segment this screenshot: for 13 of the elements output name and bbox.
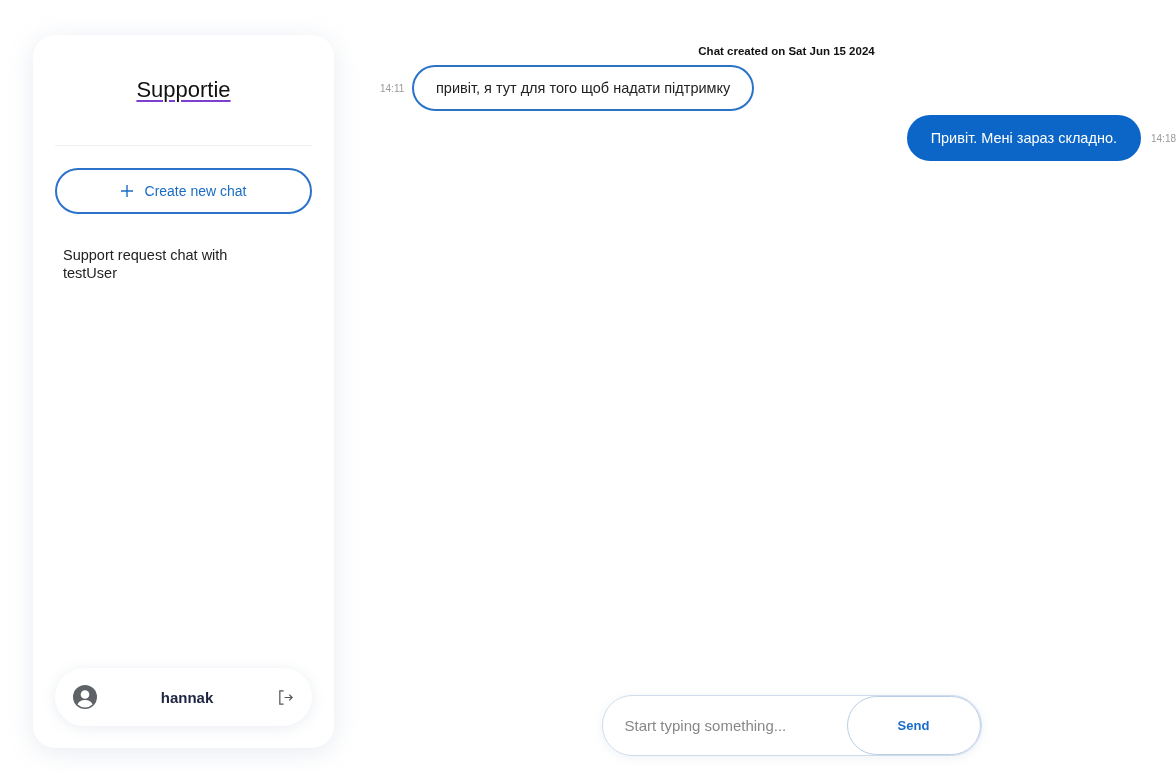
- username: hannak: [160, 688, 214, 706]
- user-avatar-icon: [73, 685, 97, 709]
- logout-icon[interactable]: [277, 688, 294, 706]
- chat-created-date: Chat created on Sat Jun 15 2024: [697, 45, 876, 59]
- received-message-bubble: привіт, я тут для того щоб надати підтримку: [412, 65, 755, 111]
- plus-icon: [120, 185, 133, 197]
- logo[interactable]: Supportie: [136, 77, 231, 105]
- message-input-field[interactable]: Start typing something... Send: [601, 695, 982, 756]
- sent-message-bubble: Привіт. Мені зараз складно.: [906, 115, 1141, 161]
- message-time: 14:11: [380, 82, 402, 94]
- chat-list-item[interactable]: Support request chat with testUser: [63, 246, 253, 283]
- send-button[interactable]: Send: [846, 696, 981, 755]
- create-chat-button[interactable]: Create new chat: [55, 168, 312, 214]
